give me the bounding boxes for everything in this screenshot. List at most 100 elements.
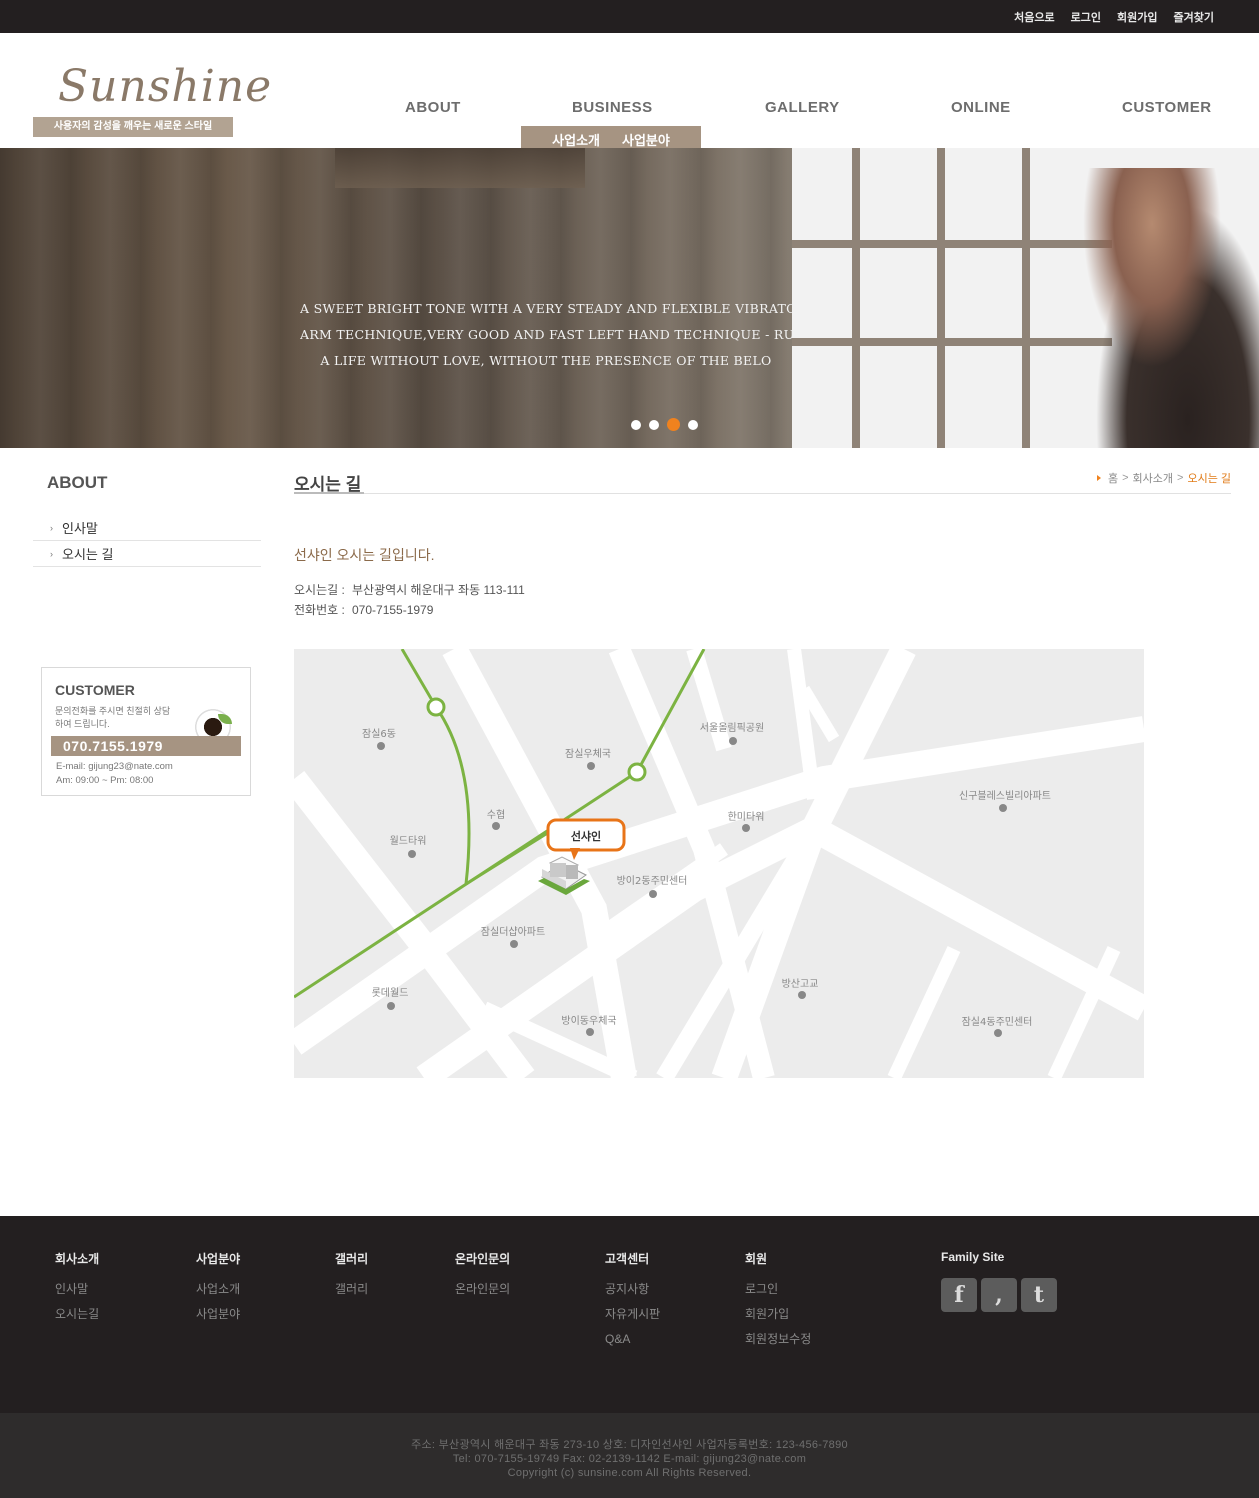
- footer-link[interactable]: 사업소개: [196, 1277, 240, 1302]
- footer-link[interactable]: 온라인문의: [455, 1277, 510, 1302]
- map-place-label: 신구블레스빌리아파트: [959, 790, 1051, 802]
- map-place-label: 월드타워: [390, 834, 427, 847]
- nav-about[interactable]: ABOUT: [405, 99, 461, 116]
- map-place-label: 수협: [487, 808, 505, 821]
- breadcrumb-arrow-icon: [1096, 475, 1101, 481]
- footer-link[interactable]: 갤러리: [335, 1277, 368, 1302]
- footer-link[interactable]: 오시는길: [55, 1302, 99, 1327]
- slide-dot-4[interactable]: [688, 419, 698, 430]
- blog-icon[interactable]: ,: [981, 1278, 1017, 1312]
- bookmark-link[interactable]: 즐겨찾기: [1174, 9, 1214, 25]
- hero-line: A SWEET BRIGHT TONE WITH A VERY STEADY A…: [300, 301, 792, 316]
- login-link[interactable]: 로그인: [1071, 9, 1101, 25]
- customer-desc: 문의전화를 주시면 친절히 상담하여 드립니다.: [55, 706, 171, 729]
- address-label: 오시는길 :: [294, 583, 345, 597]
- window-frame: [937, 148, 945, 448]
- address-value: 부산광역시 해운대구 좌동 113-111: [352, 583, 525, 597]
- nav-gallery[interactable]: GALLERY: [765, 99, 840, 116]
- model-figure: [1080, 168, 1259, 448]
- facebook-icon[interactable]: f: [941, 1278, 977, 1312]
- map-place-label: 잠실6동: [362, 728, 396, 740]
- slide-dot-3[interactable]: [667, 418, 680, 431]
- footer: 회사소개 인사말 오시는길 사업분야 사업소개 사업분야 갤러리 갤러리 온라인…: [0, 1216, 1259, 1413]
- home-link[interactable]: 처음으로: [1014, 9, 1054, 25]
- footer-col-title: 회사소개: [55, 1252, 100, 1266]
- submenu-intro[interactable]: 사업소개: [552, 130, 600, 149]
- footer-link[interactable]: 자유게시판: [605, 1302, 660, 1327]
- map-place-label: 잠실우체국: [565, 748, 611, 760]
- footer-col-title: 갤러리: [335, 1252, 369, 1266]
- footer-link[interactable]: 사업분야: [196, 1302, 240, 1327]
- family-site: Family Site f , t: [941, 1250, 1057, 1312]
- join-link[interactable]: 회원가입: [1117, 9, 1157, 25]
- phone-value: 070-7155-1979: [352, 603, 434, 617]
- map-place-label: 방산고교: [782, 978, 819, 990]
- hero-caption: A SWEET BRIGHT TONE WITH A VERY STEADY A…: [300, 296, 792, 374]
- footer-copyright: Copyright (c) sunsine.com All Rights Res…: [507, 1467, 752, 1479]
- chevron-right-icon: ›: [50, 548, 53, 559]
- footer-link[interactable]: 회원정보수정: [745, 1327, 811, 1352]
- footer-link[interactable]: 로그인: [745, 1277, 811, 1302]
- title-divider: [294, 492, 1231, 494]
- wall-moulding: [335, 148, 585, 188]
- sidebar-item-label: 오시는 길: [62, 547, 114, 562]
- customer-title: CUSTOMER: [55, 682, 135, 698]
- footer-col-support: 고객센터 공지사항 자유게시판 Q&A: [605, 1250, 660, 1352]
- map-place-label: 방이2동주민센터: [617, 875, 688, 887]
- customer-phone: 070.7155.1979: [51, 736, 241, 756]
- footer-link[interactable]: 회원가입: [745, 1302, 811, 1327]
- sidebar-item-directions[interactable]: › 오시는 길: [33, 541, 261, 567]
- contact-info: 오시는길 : 부산광역시 해운대구 좌동 113-111 전화번호 : 070-…: [294, 580, 525, 620]
- breadcrumb-current: 오시는 길: [1187, 473, 1231, 485]
- hero-line: A LIFE WITHOUT LOVE, WITHOUT THE PRESENC…: [320, 353, 772, 368]
- map-place-label: 롯데월드: [372, 987, 409, 999]
- location-map[interactable]: 잠실6동 잠실우체국 서울올림픽공원 신구블레스빌리아파트 수협 한미타워 월드…: [294, 649, 1144, 1078]
- footer-contact: Tel: 070-7155-19749 Fax: 02-2139-1142 E-…: [452, 1453, 807, 1465]
- footer-col-member: 회원 로그인 회원가입 회원정보수정: [745, 1250, 811, 1352]
- nav-customer[interactable]: CUSTOMER: [1122, 99, 1212, 116]
- map-place-label: 한미타워: [728, 810, 765, 823]
- family-site-title: Family Site: [941, 1250, 1005, 1264]
- copyright-bar: 주소: 부산광역시 해운대구 좌동 273-10 상호: 디자인선샤인 사업자등…: [0, 1413, 1259, 1498]
- logo-tagline: 사용자의 감성을 깨우는 새로운 스타일: [33, 117, 233, 137]
- header: Sunshine 사용자의 감성을 깨우는 새로운 스타일 ABOUT BUSI…: [0, 33, 1259, 153]
- station-icon: [426, 697, 446, 717]
- customer-email: E-mail: gijung23@nate.com: [56, 761, 173, 772]
- breadcrumb-about[interactable]: 회사소개: [1133, 470, 1173, 486]
- footer-col-business: 사업분야 사업소개 사업분야: [196, 1250, 240, 1327]
- twitter-icon[interactable]: t: [1021, 1278, 1057, 1312]
- customer-box[interactable]: CUSTOMER 문의전화를 주시면 친절히 상담하여 드립니다. 070.71…: [41, 667, 251, 796]
- map-marker-label: 선샤인: [571, 829, 601, 843]
- window-frame: [792, 338, 1112, 346]
- sidebar-title: ABOUT: [47, 473, 108, 492]
- footer-col-online: 온라인문의 온라인문의: [455, 1250, 510, 1302]
- map-graphic: 잠실6동 잠실우체국 서울올림픽공원 신구블레스빌리아파트 수협 한미타워 월드…: [294, 649, 1144, 1078]
- customer-hours: Am: 09:00 ~ Pm: 08:00: [56, 775, 154, 786]
- footer-col-title: 회원: [745, 1252, 768, 1266]
- intro-text: 선샤인 오시는 길입니다.: [294, 547, 435, 563]
- map-place-label: 잠실4동주민센터: [962, 1016, 1033, 1028]
- footer-link[interactable]: 공지사항: [605, 1277, 660, 1302]
- nav-online[interactable]: ONLINE: [951, 99, 1011, 116]
- map-place-label: 잠실더샵아파트: [481, 926, 545, 938]
- footer-col-title: 온라인문의: [455, 1252, 511, 1266]
- utility-links: 처음으로 로그인 회원가입 즐겨찾기: [1014, 9, 1214, 25]
- sidebar-item-greeting[interactable]: › 인사말: [33, 515, 261, 541]
- slide-dots: [631, 418, 698, 431]
- sidebar-menu: › 인사말 › 오시는 길: [33, 515, 261, 567]
- submenu-field[interactable]: 사업분야: [622, 130, 670, 149]
- footer-link[interactable]: 인사말: [55, 1277, 99, 1302]
- footer-col-gallery: 갤러리 갤러리: [335, 1250, 368, 1302]
- slide-dot-1[interactable]: [631, 419, 641, 430]
- window-frame: [1022, 148, 1030, 448]
- footer-col-company: 회사소개 인사말 오시는길: [55, 1250, 99, 1327]
- slide-dot-2[interactable]: [649, 419, 659, 430]
- map-place-label: 서울올림픽공원: [700, 722, 764, 734]
- window-frame: [792, 240, 1112, 248]
- footer-address: 주소: 부산광역시 해운대구 좌동 273-10 상호: 디자인선샤인 사업자등…: [411, 1439, 848, 1451]
- station-icon: [627, 762, 647, 782]
- breadcrumb-home[interactable]: 홈: [1108, 470, 1118, 486]
- phone-label: 전화번호 :: [294, 603, 345, 617]
- nav-business[interactable]: BUSINESS: [572, 99, 653, 116]
- footer-link[interactable]: Q&A: [605, 1327, 660, 1352]
